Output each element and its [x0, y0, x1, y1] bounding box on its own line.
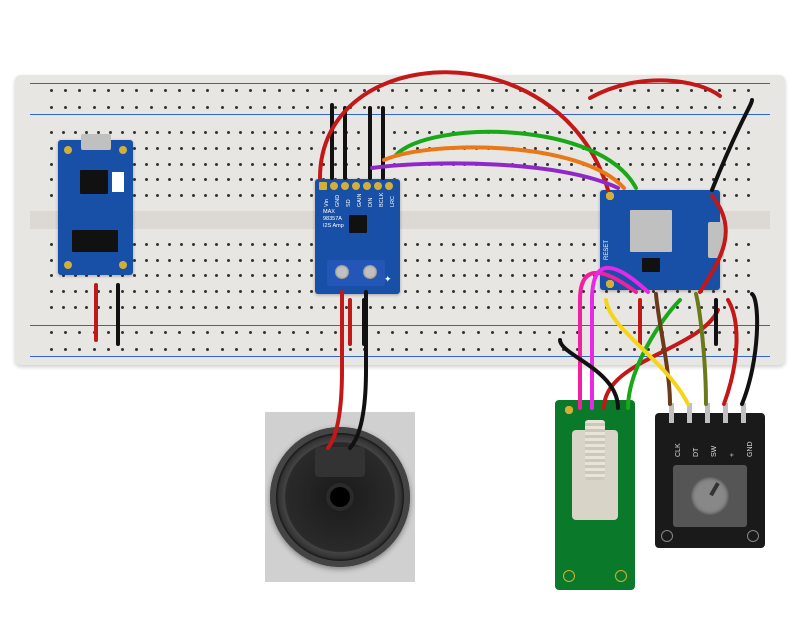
slide-pot-knob[interactable]	[585, 420, 605, 480]
slide-pot-body	[572, 430, 618, 520]
ic-marking	[112, 172, 124, 192]
rotary-encoder-module: CLK DT SW + GND	[655, 413, 765, 548]
speaker-mount	[265, 412, 415, 582]
speaker	[270, 427, 410, 567]
power-rail-top	[30, 85, 770, 113]
micro-usb-port	[81, 134, 111, 150]
encoder-pin-label: GND	[747, 441, 754, 457]
battery-connector	[72, 230, 118, 252]
amp-pin-label: GND	[335, 195, 341, 207]
slide-pot-module	[555, 400, 635, 590]
adafruit-star-icon: ✦	[384, 274, 394, 284]
encoder-pin-label: CLK	[675, 443, 682, 457]
mcu-micro-usb-port	[708, 222, 724, 258]
speaker-screw-terminal	[327, 260, 385, 286]
amp-pin-label: DIN	[368, 198, 374, 207]
amp-pin-label: BCLK	[379, 193, 385, 207]
charger-ic	[80, 170, 108, 194]
amp-pin-label: LRC	[390, 196, 396, 207]
speaker-terminal-block	[315, 447, 365, 477]
esp-shield	[630, 210, 672, 252]
usb-charger-module	[58, 140, 133, 275]
amp-pin-label: SD	[346, 199, 352, 207]
mcu-devboard: RESET	[600, 190, 720, 290]
encoder-pin-label: DT	[693, 448, 700, 457]
amp-pin-label: Vin	[324, 199, 330, 207]
power-rail-bottom	[30, 327, 770, 355]
encoder-pin-label: +	[729, 453, 736, 457]
amp-pin-label: GAIN	[357, 194, 363, 207]
encoder-pin-label: SW	[711, 446, 718, 457]
encoder-knob[interactable]	[691, 477, 729, 515]
i2s-amp-module: MAX 98357A I2S Amp Vin GND SD GAIN DIN B…	[315, 179, 400, 294]
amp-ic	[349, 215, 367, 233]
mcu-reset-label: RESET	[604, 240, 610, 260]
speaker-dustcap	[330, 487, 350, 507]
mcu-regulator	[642, 258, 660, 272]
amp-chip-label: MAX 98357A I2S Amp	[323, 209, 344, 230]
encoder-body	[673, 465, 747, 527]
